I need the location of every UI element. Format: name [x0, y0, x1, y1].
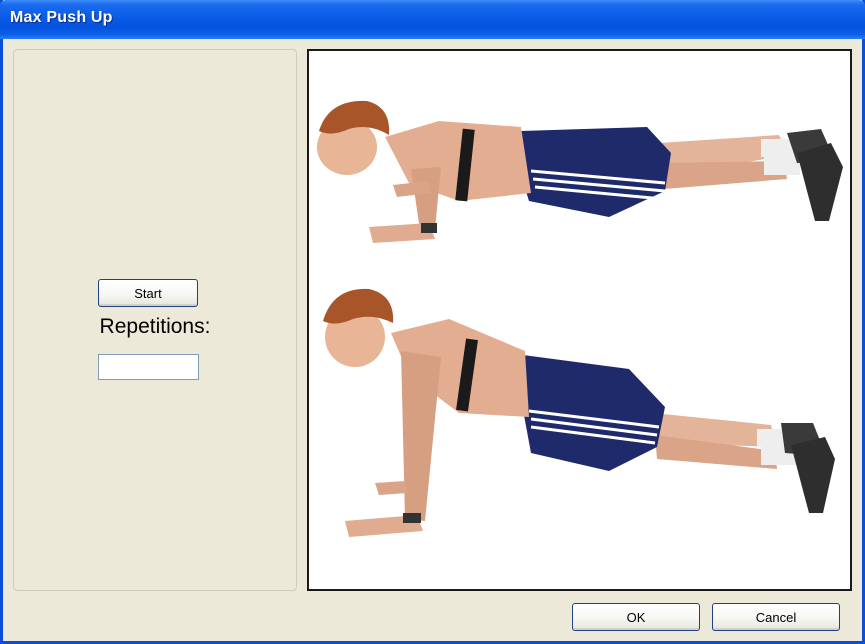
controls-panel: Start Repetitions:: [13, 49, 297, 591]
pushup-down-figure: [317, 100, 843, 243]
window-title: Max Push Up: [10, 9, 113, 26]
dialog-window: Max Push Up Start Repetitions: OK Cancel: [0, 0, 865, 644]
cancel-button[interactable]: Cancel: [712, 603, 840, 631]
repetitions-label: Repetitions:: [99, 315, 211, 338]
repetitions-input[interactable]: [98, 354, 199, 380]
start-button[interactable]: Start: [98, 279, 198, 307]
title-bar[interactable]: Max Push Up: [0, 0, 865, 39]
ok-button[interactable]: OK: [572, 603, 700, 631]
pushup-up-figure: [323, 288, 835, 537]
pushup-illustration: [307, 49, 852, 591]
